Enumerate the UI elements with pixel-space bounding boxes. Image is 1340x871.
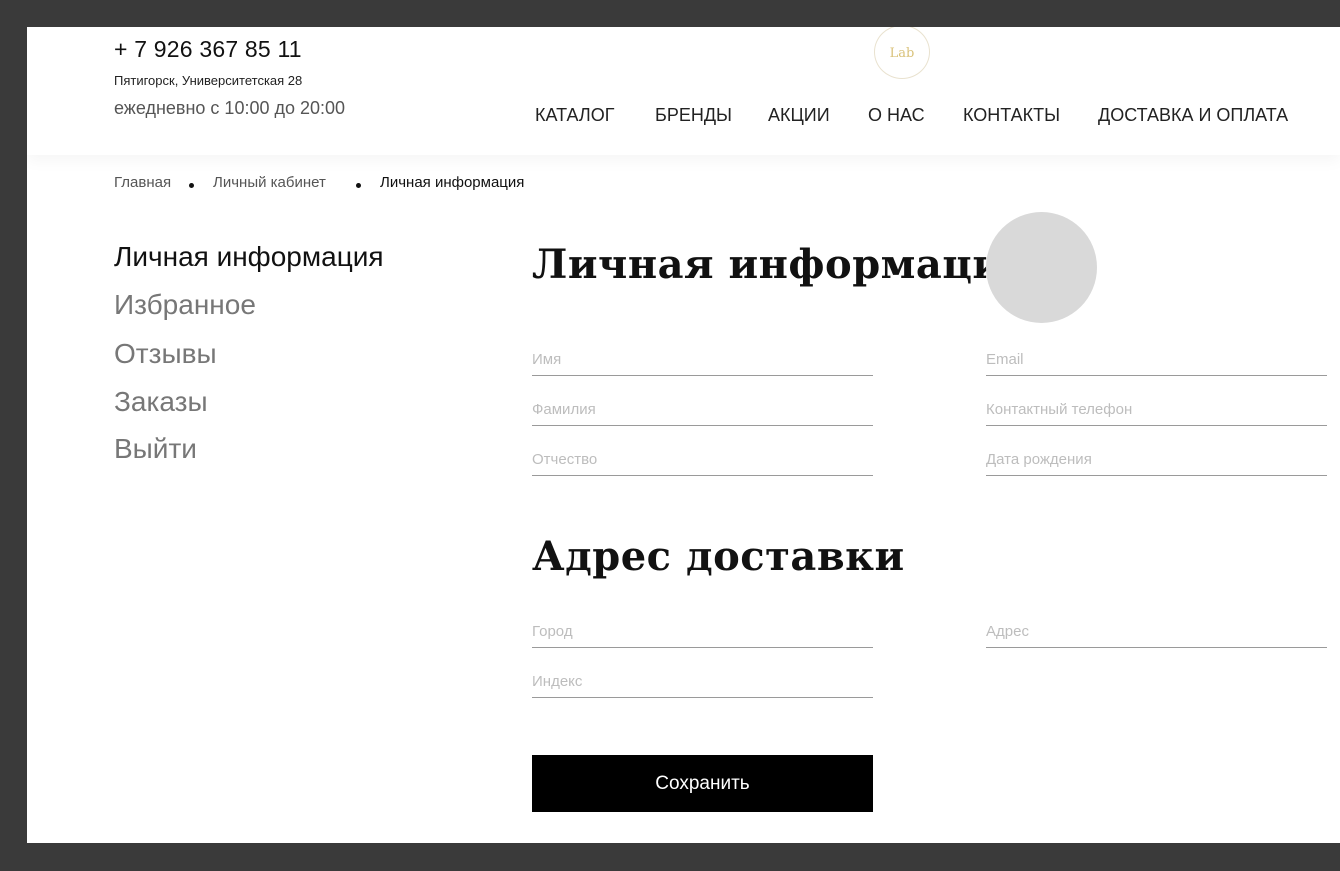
nav-item-about[interactable]: О НАС	[868, 105, 925, 126]
site-logo[interactable]: Lab	[874, 27, 930, 79]
middle-name-field[interactable]	[532, 444, 873, 476]
breadcrumb-current: Личная информация	[380, 174, 525, 191]
breadcrumb-separator	[356, 183, 361, 188]
breadcrumb-home[interactable]: Главная	[114, 174, 171, 191]
nav-item-promotions[interactable]: АКЦИИ	[768, 105, 830, 126]
postal-index-field[interactable]	[532, 666, 873, 698]
email-field[interactable]	[986, 344, 1327, 376]
address-field[interactable]	[986, 616, 1327, 648]
breadcrumb-separator	[189, 183, 194, 188]
nav-item-catalog[interactable]: КАТАЛОГ	[535, 105, 614, 126]
save-button[interactable]: Сохранить	[532, 755, 873, 812]
main-nav: КАТАЛОГ БРЕНДЫ АКЦИИ О НАС КОНТАКТЫ ДОСТ…	[27, 105, 1340, 129]
header-address: Пятигорск, Университетская 28	[114, 73, 303, 88]
browser-viewport: + 7 926 367 85 11 Пятигорск, Университет…	[27, 27, 1340, 843]
personal-info-title: Личная информация	[532, 241, 1033, 288]
birth-date-field[interactable]	[986, 444, 1327, 476]
nav-item-contacts[interactable]: КОНТАКТЫ	[963, 105, 1060, 126]
city-field[interactable]	[532, 616, 873, 648]
last-name-field[interactable]	[532, 394, 873, 426]
phone-field[interactable]	[986, 394, 1327, 426]
logo-text: Lab	[889, 45, 915, 61]
sidebar-item-logout[interactable]: Выйти	[114, 433, 197, 465]
site-header: + 7 926 367 85 11 Пятигорск, Университет…	[27, 27, 1340, 155]
sidebar-item-personal-info[interactable]: Личная информация	[114, 241, 384, 273]
first-name-field[interactable]	[532, 344, 873, 376]
sidebar-item-reviews[interactable]: Отзывы	[114, 338, 217, 370]
sidebar-item-favorites[interactable]: Избранное	[114, 289, 256, 321]
sidebar-item-orders[interactable]: Заказы	[114, 386, 208, 418]
nav-item-delivery-payment[interactable]: ДОСТАВКА И ОПЛАТА	[1098, 105, 1288, 126]
header-phone[interactable]: + 7 926 367 85 11	[114, 36, 302, 63]
delivery-title: Адрес доставки	[532, 533, 905, 580]
breadcrumb-account[interactable]: Личный кабинет	[213, 174, 326, 191]
nav-item-brands[interactable]: БРЕНДЫ	[655, 105, 732, 126]
avatar[interactable]	[986, 212, 1097, 323]
